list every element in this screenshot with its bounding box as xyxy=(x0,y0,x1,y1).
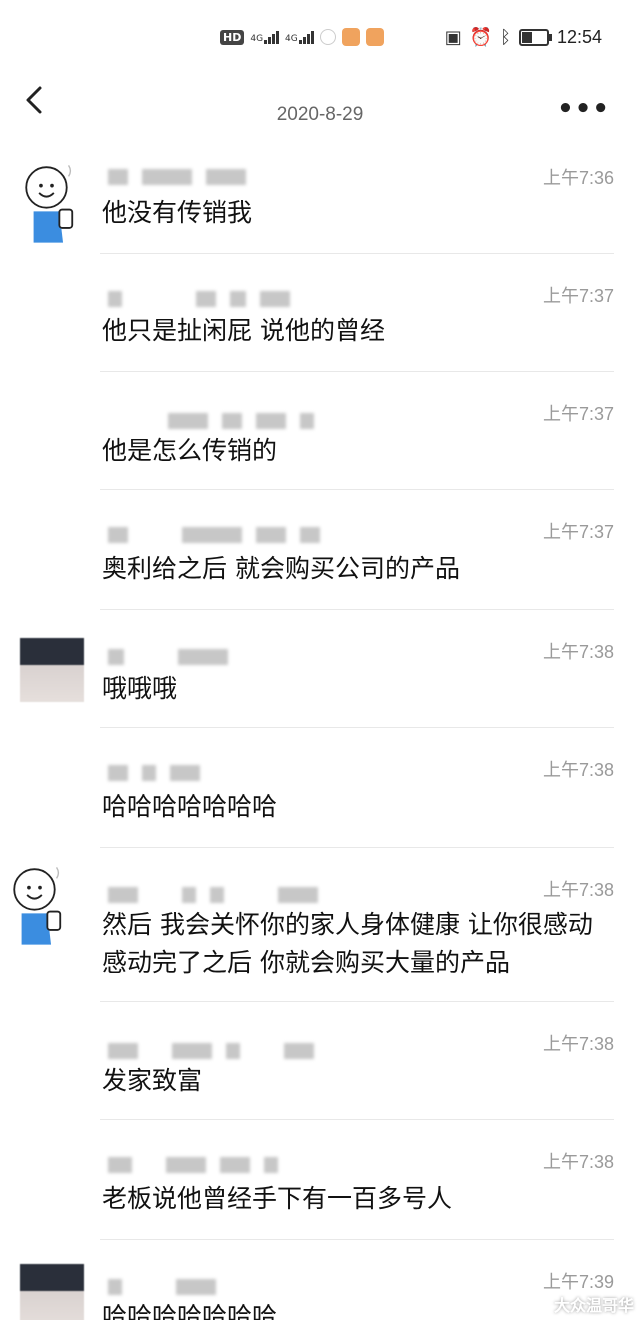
avatar xyxy=(20,1264,84,1320)
message-time: 上午7:37 xyxy=(542,404,614,424)
message-item: 上午7:36 他没有传销我 xyxy=(0,150,640,254)
message-text: 哈哈哈哈哈哈哈 xyxy=(102,1302,278,1320)
message-time: 上午7:38 xyxy=(542,1152,614,1172)
watermark: 大众温哥华 xyxy=(553,1296,634,1315)
alarm-icon: ⏰ xyxy=(469,26,493,48)
bluetooth-icon: ᛒ xyxy=(500,26,511,48)
status-bar: HD 4G 4G ▣ ⏰ ᛒ 12:54 xyxy=(0,0,640,74)
sender-name-blurred xyxy=(108,166,246,188)
message-item: 上午7:38 然后 我会关怀你的家人身体健康 让你很感动 感动完了之后 你就会购… xyxy=(0,848,640,1002)
chat-history-header: 2020-8-29 ••• xyxy=(0,74,640,134)
more-options-button[interactable]: ••• xyxy=(557,94,610,124)
message-item: 上午7:37 奥利给之后 就会购买公司的产品 xyxy=(0,490,640,610)
history-date: 2020-8-29 xyxy=(276,104,364,125)
status-right-icons: ▣ ⏰ ᛒ 12:54 xyxy=(445,24,602,50)
message-item: 上午7:37 他是怎么传销的 xyxy=(0,372,640,490)
status-left-icons: HD 4G 4G xyxy=(220,24,384,50)
message-app-icon xyxy=(341,28,360,46)
message-time: 上午7:38 xyxy=(542,1034,614,1054)
message-text: 他只是扯闲屁 说他的曾经 xyxy=(102,316,385,345)
status-time: 12:54 xyxy=(556,26,602,47)
message-time: 上午7:38 xyxy=(542,880,614,900)
message-text: 发家致富 xyxy=(102,1066,203,1095)
message-text: 哦哦哦 xyxy=(102,674,178,703)
avatar xyxy=(25,164,74,243)
message-text: 奥利给之后 就会购买公司的产品 xyxy=(102,554,460,583)
avatar xyxy=(13,866,62,945)
message-time: 上午7:39 xyxy=(542,1272,614,1292)
app-notify-icon xyxy=(319,29,336,45)
message-item: 上午7:38 老板说他曾经手下有一百多号人 xyxy=(0,1120,640,1240)
message-text: 他是怎么传销的 xyxy=(102,436,278,465)
sender-name-blurred xyxy=(108,884,318,906)
hd-badge: HD xyxy=(220,29,245,45)
message-item: 上午7:39 哈哈哈哈哈哈哈 xyxy=(0,1240,640,1320)
sender-name-blurred xyxy=(108,410,314,432)
sender-name-blurred xyxy=(108,646,228,668)
sender-name-blurred xyxy=(108,762,200,784)
signal-1-icon: 4G xyxy=(250,30,280,44)
message-time: 上午7:37 xyxy=(542,522,614,542)
message-item: 上午7:37 他只是扯闲屁 说他的曾经 xyxy=(0,254,640,372)
message-item: 上午7:38 哦哦哦 xyxy=(0,610,640,728)
sender-name-blurred xyxy=(108,1154,278,1176)
avatar xyxy=(20,638,84,702)
message-text: 哈哈哈哈哈哈哈 xyxy=(102,792,278,821)
message-text: 老板说他曾经手下有一百多号人 xyxy=(102,1184,453,1213)
sender-name-blurred xyxy=(108,1040,314,1062)
signal-2-icon: 4G xyxy=(285,30,314,44)
notes-app-icon xyxy=(365,28,384,46)
message-time: 上午7:36 xyxy=(542,168,614,188)
message-time: 上午7:37 xyxy=(542,286,614,306)
message-time: 上午7:38 xyxy=(542,642,614,662)
message-time: 上午7:38 xyxy=(542,760,614,780)
message-text: 他没有传销我 xyxy=(102,198,253,227)
battery-icon xyxy=(518,28,552,46)
message-item: 上午7:38 哈哈哈哈哈哈哈 xyxy=(0,728,640,848)
message-item: 上午7:38 发家致富 xyxy=(0,1002,640,1120)
nfc-icon: ▣ xyxy=(444,26,462,48)
sender-name-blurred xyxy=(108,1276,216,1298)
sender-name-blurred xyxy=(108,524,320,546)
sender-name-blurred xyxy=(108,288,290,310)
message-text: 然后 我会关怀你的家人身体健康 让你很感动 感动完了之后 你就会购买大量的产品 xyxy=(102,910,593,977)
